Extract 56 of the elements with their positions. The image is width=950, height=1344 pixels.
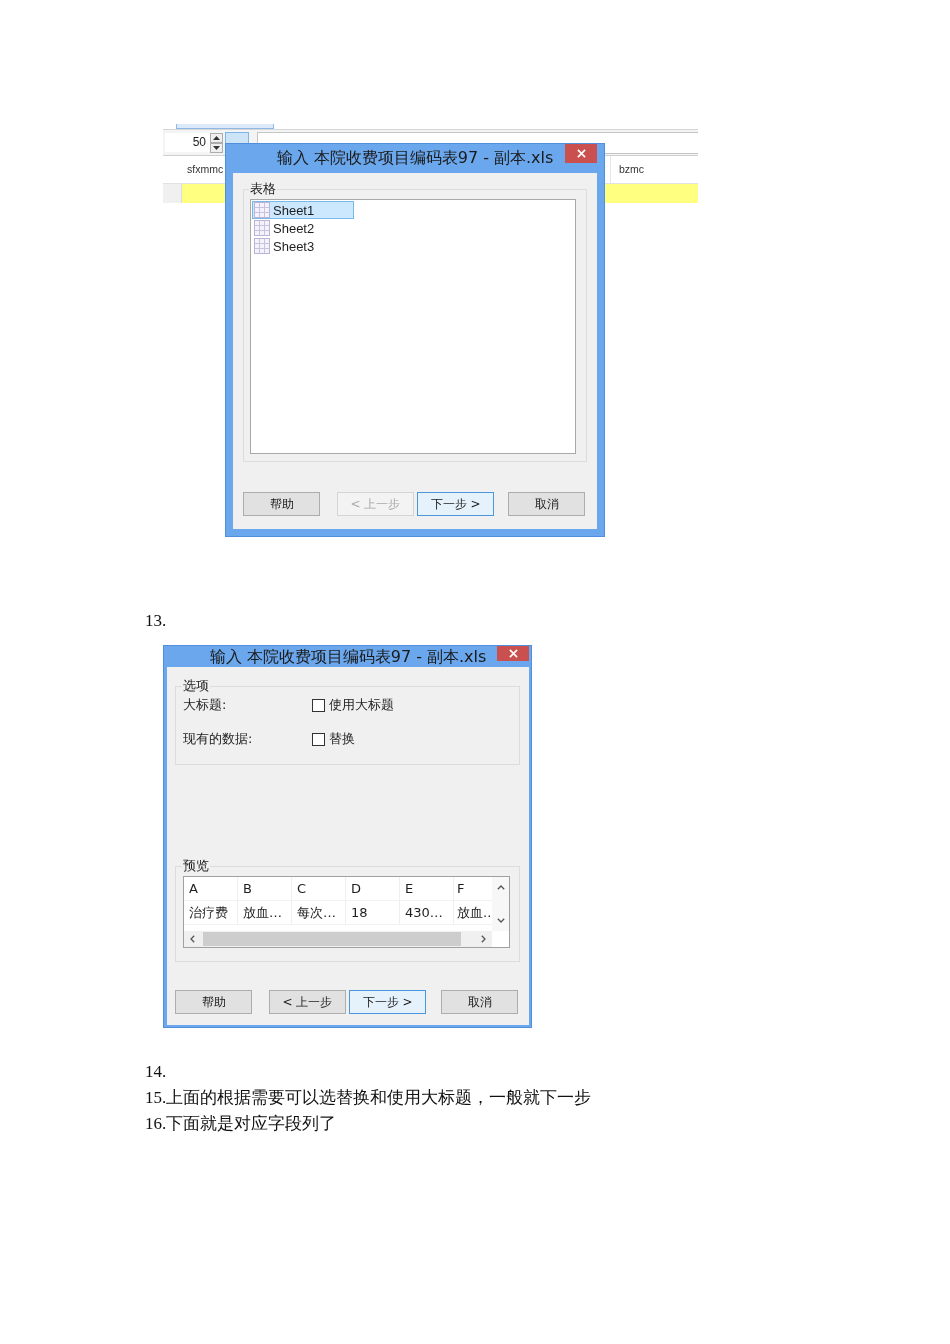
column-header: A	[184, 877, 238, 901]
dialog-button[interactable]: 下一步 >	[417, 492, 494, 516]
dialog-button[interactable]: 取消	[441, 990, 518, 1014]
scroll-thumb[interactable]	[203, 932, 461, 946]
dialog-button[interactable]: 帮助	[175, 990, 252, 1014]
group-title: 选项	[182, 679, 210, 693]
close-icon	[576, 149, 586, 158]
dialog-title: 输入 本院收费项目编码表97 - 副本.xls	[208, 646, 488, 668]
dialog-button[interactable]: < 上一步	[269, 990, 346, 1014]
close-icon	[508, 649, 518, 658]
chevron-up-icon[interactable]	[496, 885, 505, 890]
checkbox-label[interactable]: 使用大标题	[329, 696, 394, 714]
dialog-button[interactable]: 帮助	[243, 492, 320, 516]
sheet-item[interactable]: Sheet2	[252, 219, 354, 237]
instruction-text: 15.上面的根据需要可以选替换和使用大标题，一般就下一步	[145, 1087, 592, 1109]
grid-icon	[254, 238, 270, 254]
checkbox-label[interactable]: 替换	[329, 730, 355, 748]
grid-icon	[254, 202, 270, 218]
column-header: C	[292, 877, 346, 901]
chevron-right-icon[interactable]	[481, 935, 486, 943]
instruction-text: 14.	[145, 1061, 167, 1083]
table-cell: 18	[346, 901, 400, 925]
sheet-item[interactable]: Sheet3	[252, 237, 354, 255]
instruction-text: 16.下面就是对应字段列了	[145, 1113, 337, 1135]
chevron-left-icon[interactable]	[190, 935, 195, 943]
table-cell: 治疗费	[184, 901, 238, 925]
sheet-item[interactable]: Sheet1	[252, 201, 354, 219]
option-label: 大标题:	[183, 696, 228, 714]
checkbox[interactable]	[312, 732, 325, 746]
table-cell: 放血…	[238, 901, 292, 925]
column-header: E	[400, 877, 454, 901]
number-field[interactable]: 50	[165, 133, 210, 152]
horizontal-scrollbar[interactable]	[184, 931, 492, 947]
column-header: sfxmmc	[186, 162, 225, 177]
caret-down-icon	[213, 145, 220, 150]
column-header: B	[238, 877, 292, 901]
caret-up-icon	[213, 135, 220, 140]
checkbox[interactable]	[312, 698, 325, 712]
grid-icon	[254, 220, 270, 236]
close-button[interactable]	[565, 144, 597, 163]
group-title: 表格	[249, 182, 277, 196]
group-title: 预览	[182, 859, 210, 873]
table-cell: 430…	[400, 901, 454, 925]
column-header: bzmc	[610, 156, 698, 183]
column-header: D	[346, 877, 400, 901]
step-number: 13.	[145, 611, 168, 631]
table-cell: 每次…	[292, 901, 346, 925]
vertical-scrollbar[interactable]	[492, 877, 509, 931]
spin-down-button[interactable]	[210, 142, 223, 153]
spin-up-button[interactable]	[210, 132, 223, 143]
dialog-title: 输入 本院收费项目编码表97 - 副本.xls	[275, 147, 555, 169]
chevron-down-icon[interactable]	[496, 918, 505, 923]
option-label: 现有的数据:	[183, 730, 254, 748]
dialog-button[interactable]: 取消	[508, 492, 585, 516]
close-button[interactable]	[497, 646, 529, 661]
dialog-button[interactable]: 下一步 >	[349, 990, 426, 1014]
